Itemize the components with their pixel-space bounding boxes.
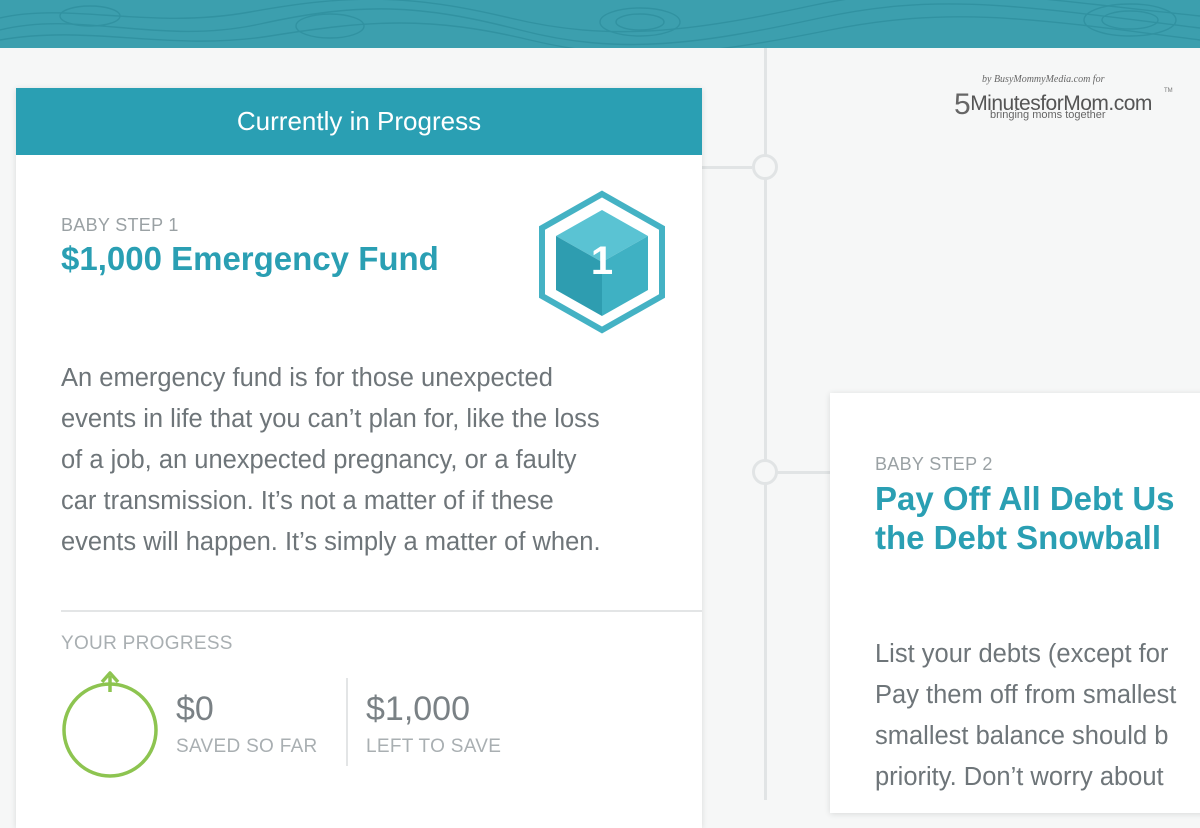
step-description: An emergency fund is for those unexpecte…	[61, 358, 601, 563]
progress-label: YOUR PROGRESS	[61, 633, 233, 654]
top-banner	[0, 0, 1200, 48]
saved-label: SAVED SO FAR	[176, 736, 318, 757]
progress-ring-arrow-icon	[62, 671, 158, 778]
step-label: BABY STEP 1	[61, 215, 179, 235]
timeline-connector	[776, 471, 832, 474]
timeline-node	[752, 459, 778, 485]
card-header: Currently in Progress	[16, 88, 702, 155]
description-line: events will happen. It’s simply a matter…	[61, 528, 601, 556]
site-watermark: by BusyMommyMedia.com for 5MinutesforMom…	[952, 74, 1173, 124]
watermark-tm: TM	[1164, 88, 1173, 94]
step-label: BABY STEP 2	[875, 454, 993, 474]
description-line: priority. Don’t worry about	[875, 763, 1164, 791]
description-line: List your debts (except for	[875, 640, 1169, 668]
step-title: $1,000 Emergency Fund	[61, 240, 439, 277]
saved-amount: $0	[176, 690, 214, 728]
left-label: LEFT TO SAVE	[366, 736, 502, 757]
topographic-pattern	[0, 0, 1200, 48]
description-line: car transmission. It’s not a matter of i…	[61, 487, 554, 515]
step-description: List your debts (except for Pay them off…	[875, 634, 1176, 798]
timeline-connector	[700, 166, 752, 169]
description-line: of a job, an unexpected pregnancy, or a …	[61, 446, 577, 474]
title-line: the Debt Snowball	[875, 519, 1162, 556]
progress-separator	[346, 678, 348, 766]
watermark-five: 5	[954, 88, 971, 121]
timeline-node	[752, 154, 778, 180]
description-line: events in life that you can’t plan for, …	[61, 405, 600, 433]
left-amount: $1,000	[366, 690, 470, 728]
divider	[61, 610, 702, 612]
title-line: Pay Off All Debt Us	[875, 480, 1175, 517]
description-line: smallest balance should b	[875, 722, 1169, 750]
step-title: Pay Off All Debt Us the Debt Snowball	[875, 479, 1175, 557]
hexagon-cube-badge-icon: 1	[539, 190, 665, 334]
baby-step-2-card: BABY STEP 2 Pay Off All Debt Us the Debt…	[830, 393, 1200, 813]
description-line: An emergency fund is for those unexpecte…	[61, 364, 553, 392]
badge-number: 1	[591, 239, 613, 283]
watermark-tagline: bringing moms together	[990, 109, 1106, 121]
baby-step-1-card: Currently in Progress BABY STEP 1 $1,000…	[16, 88, 702, 828]
description-line: Pay them off from smallest	[875, 681, 1177, 709]
